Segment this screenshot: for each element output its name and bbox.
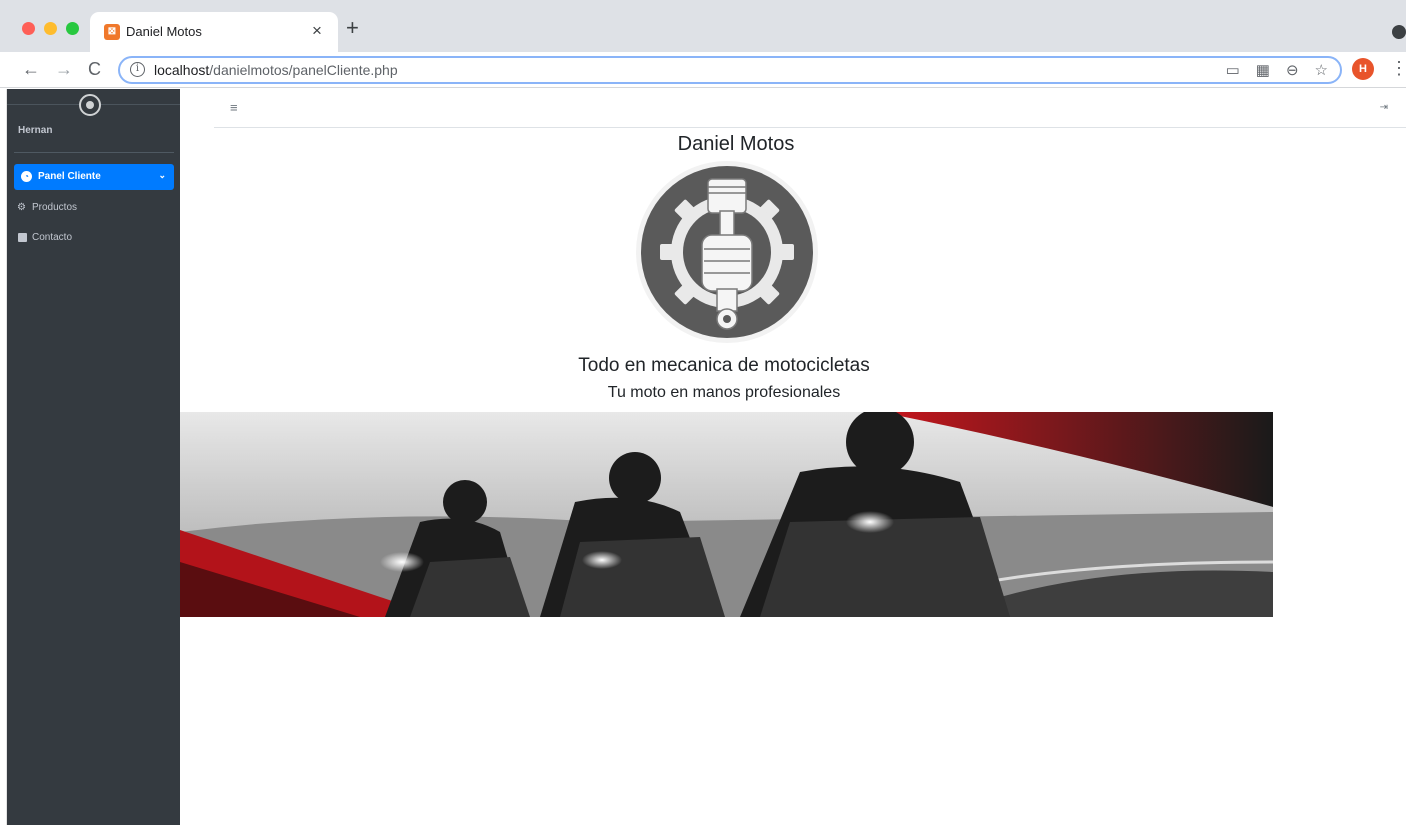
user-divider [14, 152, 174, 153]
page-title: Daniel Motos [677, 133, 795, 155]
contact-card-icon [18, 233, 27, 242]
browser-tab-strip: ⊠ Daniel Motos × + [0, 0, 1406, 52]
user-name[interactable]: Hernan [18, 125, 52, 136]
brand-logo-icon[interactable] [79, 94, 101, 116]
tab-title: Daniel Motos [126, 24, 202, 39]
url-path: /danielmotos/panelCliente.php [209, 62, 398, 78]
dashboard-icon: ◔ [21, 171, 32, 182]
hamburger-icon[interactable]: ≡ [230, 100, 238, 115]
tagline: Todo en mecanica de motocicletas [578, 355, 870, 376]
sidebar-item-productos[interactable]: ⚙ Productos [14, 195, 174, 221]
profile-avatar[interactable]: H [1352, 58, 1374, 80]
sidebar: Hernan ◔ Panel Cliente ⌄ ⚙ Productos Con… [7, 89, 180, 825]
sidebar-item-label: Panel Cliente [38, 171, 101, 182]
site-favicon-icon: ⊠ [104, 24, 120, 40]
logout-icon[interactable]: ⇥ [1380, 102, 1388, 113]
url-text[interactable]: localhost/danielmotos/panelCliente.php [154, 62, 398, 78]
close-window-button[interactable] [22, 22, 35, 35]
page-left-edge [0, 89, 7, 825]
info-icon[interactable]: i [130, 62, 145, 77]
new-tab-button[interactable]: + [346, 17, 359, 39]
hero-banner-image [180, 412, 1273, 617]
motorcycle-icon: ⚙ [17, 202, 26, 213]
forward-icon[interactable]: → [55, 58, 73, 80]
address-bar[interactable]: i localhost/danielmotos/panelCliente.php… [118, 56, 1342, 84]
star-icon[interactable]: ☆ [1315, 61, 1328, 79]
tab-close-icon[interactable]: × [312, 21, 322, 41]
kebab-icon[interactable]: ⋮ [1390, 58, 1406, 79]
cast-icon[interactable]: ▭ [1226, 61, 1240, 79]
reload-icon[interactable]: C [88, 58, 101, 80]
browser-tab[interactable]: ⊠ Daniel Motos × [90, 12, 338, 52]
sidebar-item-label: Contacto [32, 232, 73, 243]
back-icon[interactable]: ← [22, 58, 40, 80]
minimize-window-button[interactable] [44, 22, 57, 35]
sidebar-item-panel-cliente[interactable]: ◔ Panel Cliente ⌄ [14, 164, 174, 190]
top-navbar: ≡ ⇥ [214, 89, 1406, 128]
maximize-window-button[interactable] [66, 22, 79, 35]
browser-toolbar: ← → C i localhost/danielmotos/panelClien… [0, 52, 1406, 88]
zoom-icon[interactable]: ⊖ [1286, 61, 1299, 79]
company-logo [622, 161, 832, 343]
chrome-extension-icon[interactable] [1392, 25, 1406, 39]
sub-tagline: Tu moto en manos profesionales [607, 384, 841, 401]
chevron-down-icon: ⌄ [158, 170, 166, 180]
qr-code-icon[interactable]: ▦ [1256, 61, 1270, 79]
sidebar-item-contacto[interactable]: Contacto [14, 225, 174, 251]
url-host: localhost [154, 62, 210, 78]
sidebar-item-label: Productos [32, 202, 78, 213]
